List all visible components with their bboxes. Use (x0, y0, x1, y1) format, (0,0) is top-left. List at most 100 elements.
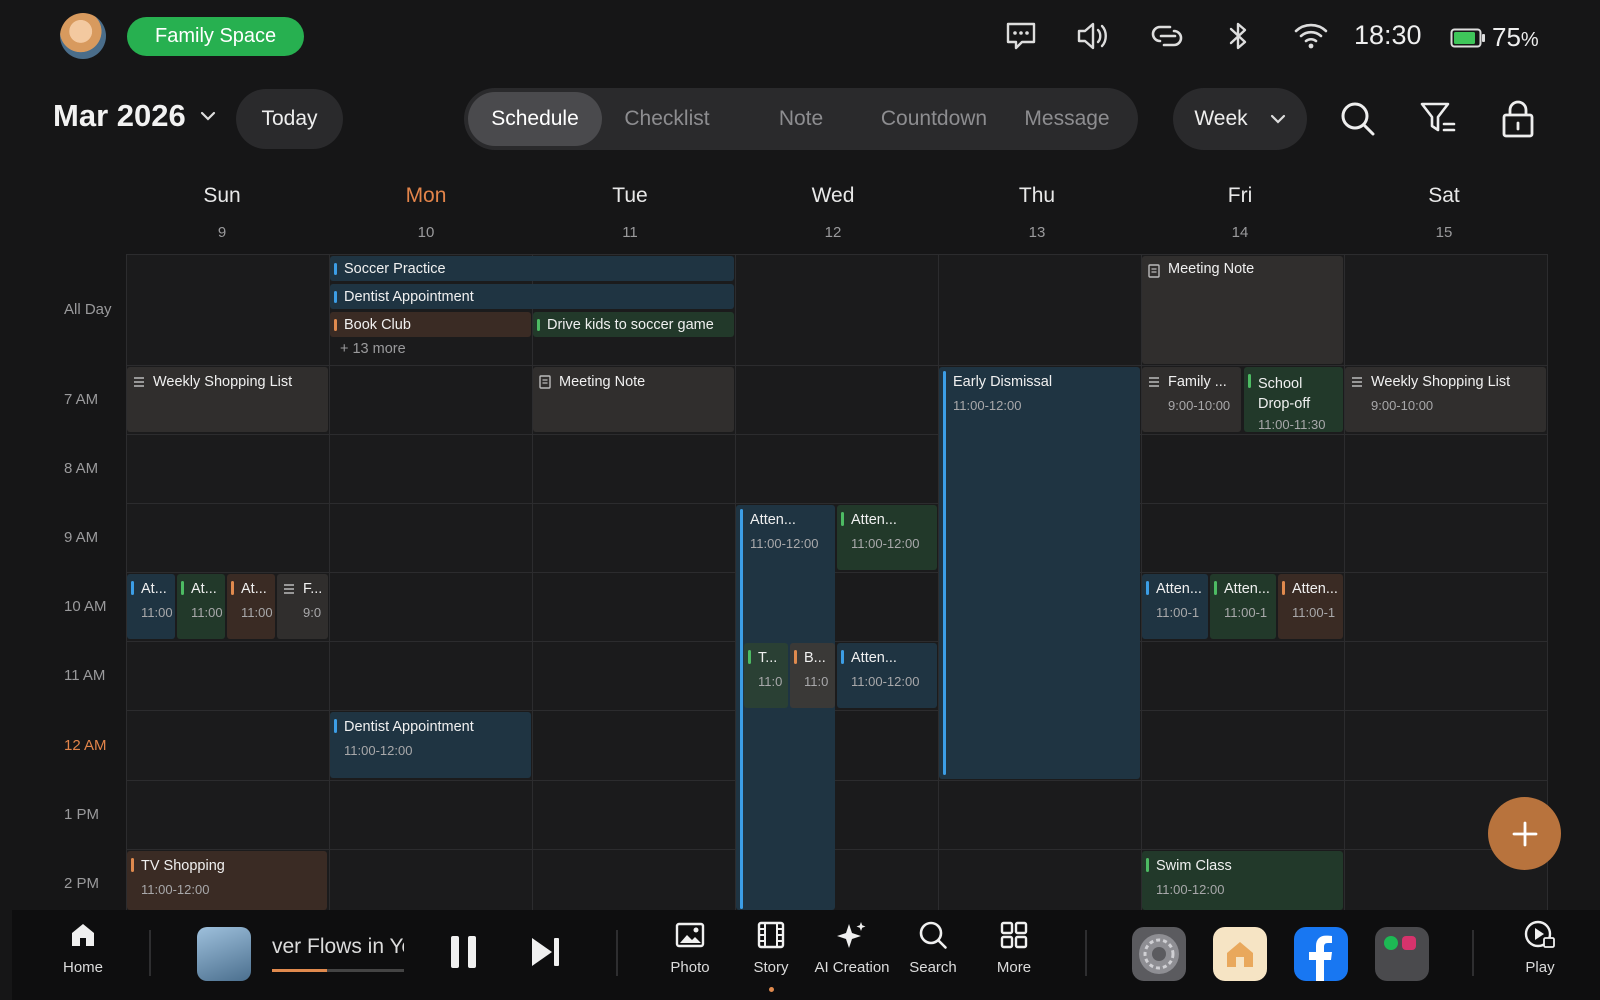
row-label-12am: 12 AM (64, 737, 107, 754)
list-icon (284, 584, 294, 594)
allday-event-dentist[interactable]: Dentist Appointment (330, 284, 734, 309)
dock-story[interactable]: Story (731, 920, 811, 976)
chevron-down-icon (200, 111, 215, 121)
tab-schedule[interactable]: Schedule (468, 92, 602, 146)
row-label-2pm: 2 PM (64, 875, 100, 892)
day-name-thu: Thu (1018, 184, 1056, 207)
event-attendance-sun-1[interactable]: At... 11:00 (127, 574, 175, 639)
story-indicator-dot (769, 987, 774, 992)
day-name-sun: Sun (203, 184, 241, 207)
week-grid[interactable]: Soccer Practice Dentist Appointment Book… (126, 254, 1548, 910)
bluetooth-icon[interactable] (1222, 20, 1256, 52)
month-selector[interactable]: Mar 2026 (53, 98, 216, 134)
row-label-9am: 9 AM (64, 529, 99, 546)
sparkle-icon (837, 922, 866, 948)
event-family-sun[interactable]: F... 9:0 (277, 574, 328, 639)
event-attendance-wed-3[interactable]: Atten... 11:00-12:00 (837, 643, 937, 708)
event-family-fri[interactable]: Family ... 9:00-10:00 (1142, 367, 1241, 432)
day-number-mon[interactable]: 10 (324, 224, 528, 241)
event-attendance-sun-3[interactable]: At... 11:00 (227, 574, 275, 639)
tab-checklist[interactable]: Checklist (600, 92, 734, 146)
more-events-link[interactable]: + 13 more (340, 341, 406, 357)
facebook-app-icon[interactable] (1294, 927, 1348, 981)
day-number-sat[interactable]: 15 (1342, 224, 1546, 241)
dock-ai-creation[interactable]: AI Creation (812, 920, 892, 976)
media-title[interactable]: ver Flows in Yo (272, 935, 404, 959)
event-early-dismissal[interactable]: Early Dismissal 11:00-12:00 (939, 367, 1140, 779)
event-meeting-note-tue[interactable]: Meeting Note (533, 367, 734, 432)
skip-next-icon[interactable] (529, 936, 561, 973)
tab-message[interactable]: Message (1000, 92, 1134, 146)
dock-more[interactable]: More (974, 920, 1054, 976)
media-artwork[interactable] (197, 927, 251, 981)
event-t-wed[interactable]: T... 11:0 (744, 643, 788, 708)
allday-event-book-club[interactable]: Book Club (330, 312, 531, 337)
day-number-thu[interactable]: 13 (935, 224, 1139, 241)
row-label-all-day: All Day (64, 301, 112, 318)
day-name-wed: Wed (811, 184, 855, 207)
tab-note[interactable]: Note (734, 92, 868, 146)
row-label-7am: 7 AM (64, 391, 99, 408)
message-icon[interactable] (1004, 20, 1038, 52)
list-icon (1352, 377, 1362, 387)
event-tv-shopping[interactable]: TV Shopping 11:00-12:00 (127, 851, 327, 910)
social-folder-icon[interactable] (1375, 927, 1429, 981)
home-app-icon[interactable] (1213, 927, 1267, 981)
chevron-down-icon (1270, 114, 1285, 124)
volume-icon[interactable] (1076, 20, 1110, 52)
dock-play[interactable]: Play (1500, 920, 1580, 976)
row-label-10am: 10 AM (64, 598, 107, 615)
family-space-button[interactable]: Family Space (127, 17, 305, 56)
event-dentist-mon[interactable]: Dentist Appointment 11:00-12:00 (330, 712, 531, 778)
status-clock: 18:30 (1354, 20, 1422, 50)
battery-value: 75 (1492, 22, 1521, 52)
view-range-dropdown[interactable]: Week (1173, 88, 1307, 150)
event-attendance-fri-1[interactable]: Atten... 11:00-1 (1142, 574, 1208, 639)
event-weekly-shopping-sun[interactable]: Weekly Shopping List (127, 367, 328, 432)
allday-event-drive-kids[interactable]: Drive kids to soccer game (533, 312, 734, 337)
day-number-wed[interactable]: 12 (731, 224, 935, 241)
allday-event-soccer-practice[interactable]: Soccer Practice (330, 256, 734, 281)
row-label-11am: 11 AM (64, 667, 106, 684)
filter-icon[interactable] (1416, 97, 1460, 141)
day-number-tue[interactable]: 11 (528, 224, 732, 241)
settings-app-icon[interactable] (1132, 927, 1186, 981)
view-range-label: Week (1194, 107, 1248, 130)
battery-unit: % (1520, 29, 1539, 51)
media-progress[interactable] (272, 969, 404, 972)
user-avatar[interactable] (60, 13, 106, 59)
event-attendance-fri-3[interactable]: Atten... 11:00-1 (1278, 574, 1343, 639)
wifi-icon[interactable] (1294, 20, 1328, 52)
event-school-dropoff[interactable]: School Drop-off 11:00-11:30 (1244, 367, 1343, 432)
tab-countdown[interactable]: Countdown (867, 92, 1001, 146)
dock-photo[interactable]: Photo (650, 920, 730, 976)
list-icon (1149, 377, 1159, 387)
allday-event-meeting-note[interactable]: Meeting Note (1142, 256, 1343, 364)
day-name-fri: Fri (1227, 184, 1253, 207)
dock-home[interactable]: Home (43, 920, 123, 976)
plus-icon (1512, 821, 1537, 846)
dock-search[interactable]: Search (893, 920, 973, 976)
day-name-sat: Sat (1428, 184, 1460, 207)
lock-icon[interactable] (1496, 97, 1540, 141)
grid-icon (1000, 921, 1028, 949)
event-weekly-shopping-sat[interactable]: Weekly Shopping List 9:00-10:00 (1345, 367, 1546, 432)
film-icon (757, 921, 785, 949)
note-icon (539, 375, 551, 389)
today-button[interactable]: Today (236, 89, 343, 149)
event-attendance-sun-2[interactable]: At... 11:00 (177, 574, 225, 639)
row-label-8am: 8 AM (64, 460, 99, 477)
day-name-mon: Mon (405, 184, 447, 207)
day-number-sun[interactable]: 9 (120, 224, 324, 241)
link-icon[interactable] (1150, 20, 1184, 52)
event-b-wed[interactable]: B... 11:0 (790, 643, 835, 708)
event-attendance-wed-2[interactable]: Atten... 11:00-12:00 (837, 505, 937, 570)
add-event-button[interactable] (1488, 797, 1561, 870)
home-icon (72, 924, 94, 946)
search-icon[interactable] (1336, 97, 1380, 141)
day-number-fri[interactable]: 14 (1138, 224, 1342, 241)
event-swim-class[interactable]: Swim Class 11:00-12:00 (1142, 851, 1343, 910)
pause-icon[interactable] (449, 934, 479, 975)
view-tabs: Schedule Checklist Note Countdown Messag… (464, 88, 1138, 150)
event-attendance-fri-2[interactable]: Atten... 11:00-1 (1210, 574, 1276, 639)
